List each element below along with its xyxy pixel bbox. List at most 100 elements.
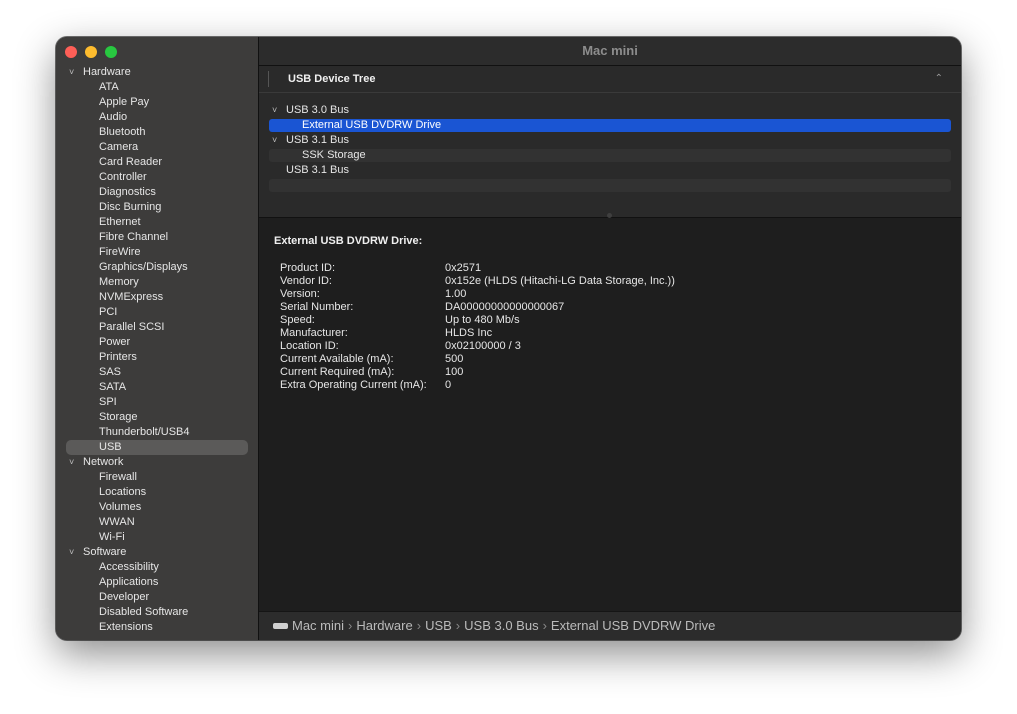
property-key: Location ID: xyxy=(280,340,339,352)
sidebar-item-label: Accessibility xyxy=(99,561,159,573)
sidebar-item-sas[interactable]: SAS xyxy=(56,365,258,380)
property-key: Manufacturer: xyxy=(280,327,348,339)
sidebar-item-disabled-software[interactable]: Disabled Software xyxy=(56,605,258,620)
sidebar-item-ata[interactable]: ATA xyxy=(56,80,258,95)
details-title: External USB DVDRW Drive: xyxy=(274,235,423,247)
sidebar-group-software[interactable]: ˅ Software xyxy=(56,545,258,560)
sidebar-item-label: SPI xyxy=(99,396,117,408)
sidebar-item-power[interactable]: Power xyxy=(56,335,258,350)
sidebar-item-label: Controller xyxy=(99,171,147,183)
chevron-down-icon[interactable]: ˅ xyxy=(69,455,74,470)
chevron-down-icon[interactable]: ˅ xyxy=(69,545,74,560)
main-content: Mac mini USB Device Tree ⌃ ˅ USB 3.0 Bus E… xyxy=(259,37,961,640)
sidebar-item-extensions[interactable]: Extensions xyxy=(56,620,258,635)
property-row: Location ID: 0x02100000 / 3 xyxy=(280,340,675,353)
sidebar-item-label: Wi-Fi xyxy=(99,531,125,543)
sidebar-item-developer[interactable]: Developer xyxy=(56,590,258,605)
sidebar-item-label: Firewall xyxy=(99,471,137,483)
sidebar-item-label: ATA xyxy=(99,81,119,93)
sidebar-item-storage[interactable]: Storage xyxy=(56,410,258,425)
window-controls xyxy=(65,46,117,58)
property-value: 0x2571 xyxy=(445,262,482,274)
property-value: 0x152e (HLDS (Hitachi-LG Data Storage, I… xyxy=(445,275,675,287)
sidebar-item-label: Diagnostics xyxy=(99,186,156,198)
sidebar-item-label: SATA xyxy=(99,381,127,393)
sidebar-item-ethernet[interactable]: Ethernet xyxy=(56,215,258,230)
sidebar-group-hardware[interactable]: ˅ Hardware xyxy=(56,65,258,80)
sidebar-item-spi[interactable]: SPI xyxy=(56,395,258,410)
property-row: Serial Number: DA00000000000000067 xyxy=(280,301,675,314)
sidebar-item-usb[interactable]: USB xyxy=(66,440,248,455)
minimize-button[interactable] xyxy=(85,46,97,58)
sidebar-item-disc-burning[interactable]: Disc Burning xyxy=(56,200,258,215)
sidebar-item-accessibility[interactable]: Accessibility xyxy=(56,560,258,575)
sidebar-item-applications[interactable]: Applications xyxy=(56,575,258,590)
sidebar-item-audio[interactable]: Audio xyxy=(56,110,258,125)
chevron-down-icon[interactable]: ˅ xyxy=(272,134,277,147)
details-panel: External USB DVDRW Drive: Product ID: 0x2… xyxy=(259,218,961,608)
sidebar-item-card-reader[interactable]: Card Reader xyxy=(56,155,258,170)
sidebar-item-label: Locations xyxy=(99,486,147,498)
sidebar-group-network[interactable]: ˅ Network xyxy=(56,455,258,470)
chevron-up-icon[interactable]: ⌃ xyxy=(935,66,943,92)
property-value: 500 xyxy=(445,353,464,365)
path-bar-item-usb-3-0-bus[interactable]: USB 3.0 Bus xyxy=(464,618,538,633)
sidebar-item-firewire[interactable]: FireWire xyxy=(56,245,258,260)
sidebar-item-parallel-scsi[interactable]: Parallel SCSI xyxy=(56,320,258,335)
sidebar-item-label: Applications xyxy=(99,576,159,588)
device-tree-row-usb-3-1-bus[interactable]: USB 3.1 Bus xyxy=(269,164,951,177)
path-bar: Mac mini › Hardware › USB › USB 3.0 Bus › Extern… xyxy=(259,611,961,640)
chevron-right-icon: › xyxy=(455,618,461,633)
device-tree-label: USB 3.1 Bus xyxy=(286,134,349,146)
close-button[interactable] xyxy=(65,46,77,58)
sidebar-item-camera[interactable]: Camera xyxy=(56,140,258,155)
sidebar-item-label: Ethernet xyxy=(99,216,141,228)
property-key: Vendor ID: xyxy=(280,275,332,287)
section-header[interactable]: USB Device Tree ⌃ xyxy=(259,66,961,93)
device-tree-empty-row xyxy=(269,194,951,207)
device-tree-row-usb-3-0-bus[interactable]: ˅ USB 3.0 Bus xyxy=(269,104,951,117)
sidebar-item-wi-fi[interactable]: Wi-Fi xyxy=(56,530,258,545)
chevron-down-icon[interactable]: ˅ xyxy=(69,65,74,80)
system-information-window: ˅ Hardware ATA Apple Pay Audio Bluetooth Camer… xyxy=(56,37,961,640)
sidebar-item-locations[interactable]: Locations xyxy=(56,485,258,500)
sidebar: ˅ Hardware ATA Apple Pay Audio Bluetooth Camer… xyxy=(56,37,258,640)
sidebar-item-nvmexpress[interactable]: NVMExpress xyxy=(56,290,258,305)
sidebar-tree: ˅ Hardware ATA Apple Pay Audio Bluetooth Camer… xyxy=(56,65,258,635)
sidebar-item-volumes[interactable]: Volumes xyxy=(56,500,258,515)
mac-mini-icon xyxy=(273,622,288,629)
path-bar-item-external-usb-dvdrw-drive[interactable]: External USB DVDRW Drive xyxy=(551,618,715,633)
sidebar-item-apple-pay[interactable]: Apple Pay xyxy=(56,95,258,110)
sidebar-item-memory[interactable]: Memory xyxy=(56,275,258,290)
device-tree-row-external-usb-dvdrw-drive[interactable]: External USB DVDRW Drive xyxy=(269,119,951,132)
path-bar-item-hardware[interactable]: Hardware xyxy=(356,618,412,633)
sidebar-item-controller[interactable]: Controller xyxy=(56,170,258,185)
sidebar-item-label: Developer xyxy=(99,591,150,603)
sidebar-item-bluetooth[interactable]: Bluetooth xyxy=(56,125,258,140)
path-bar-item-mac-mini[interactable]: Mac mini xyxy=(292,618,344,633)
property-row: Extra Operating Current (mA): 0 xyxy=(280,379,675,392)
property-key: Extra Operating Current (mA): xyxy=(280,379,427,391)
sidebar-item-label: Disc Burning xyxy=(99,201,162,213)
chevron-right-icon: › xyxy=(542,618,547,633)
sidebar-item-wwan[interactable]: WWAN xyxy=(56,515,258,530)
property-value: 0 xyxy=(445,379,452,391)
device-tree-row-usb-3-1-bus[interactable]: ˅ USB 3.1 Bus xyxy=(269,134,951,147)
sidebar-item-thunderbolt-usb4[interactable]: Thunderbolt/USB4 xyxy=(56,425,258,440)
path-bar-item-usb[interactable]: USB xyxy=(425,618,452,633)
sidebar-item-fibre-channel[interactable]: Fibre Channel xyxy=(56,230,258,245)
chevron-down-icon[interactable]: ˅ xyxy=(272,104,277,117)
sidebar-item-label: Apple Pay xyxy=(99,96,150,108)
sidebar-item-graphics-displays[interactable]: Graphics/Displays xyxy=(56,260,258,275)
sidebar-item-label: Memory xyxy=(99,276,139,288)
device-tree-row-ssk-storage[interactable]: SSK Storage xyxy=(269,149,951,162)
sidebar-item-pci[interactable]: PCI xyxy=(56,305,258,320)
sidebar-item-diagnostics[interactable]: Diagnostics xyxy=(56,185,258,200)
sidebar-item-label: USB xyxy=(99,441,122,453)
sidebar-item-label: Fibre Channel xyxy=(99,231,169,243)
sidebar-item-firewall[interactable]: Firewall xyxy=(56,470,258,485)
sidebar-item-sata[interactable]: SATA xyxy=(56,380,258,395)
device-tree: ˅ USB 3.0 Bus External USB DVDRW Drive ˅ USB… xyxy=(259,93,961,213)
sidebar-item-printers[interactable]: Printers xyxy=(56,350,258,365)
zoom-button[interactable] xyxy=(105,46,117,58)
